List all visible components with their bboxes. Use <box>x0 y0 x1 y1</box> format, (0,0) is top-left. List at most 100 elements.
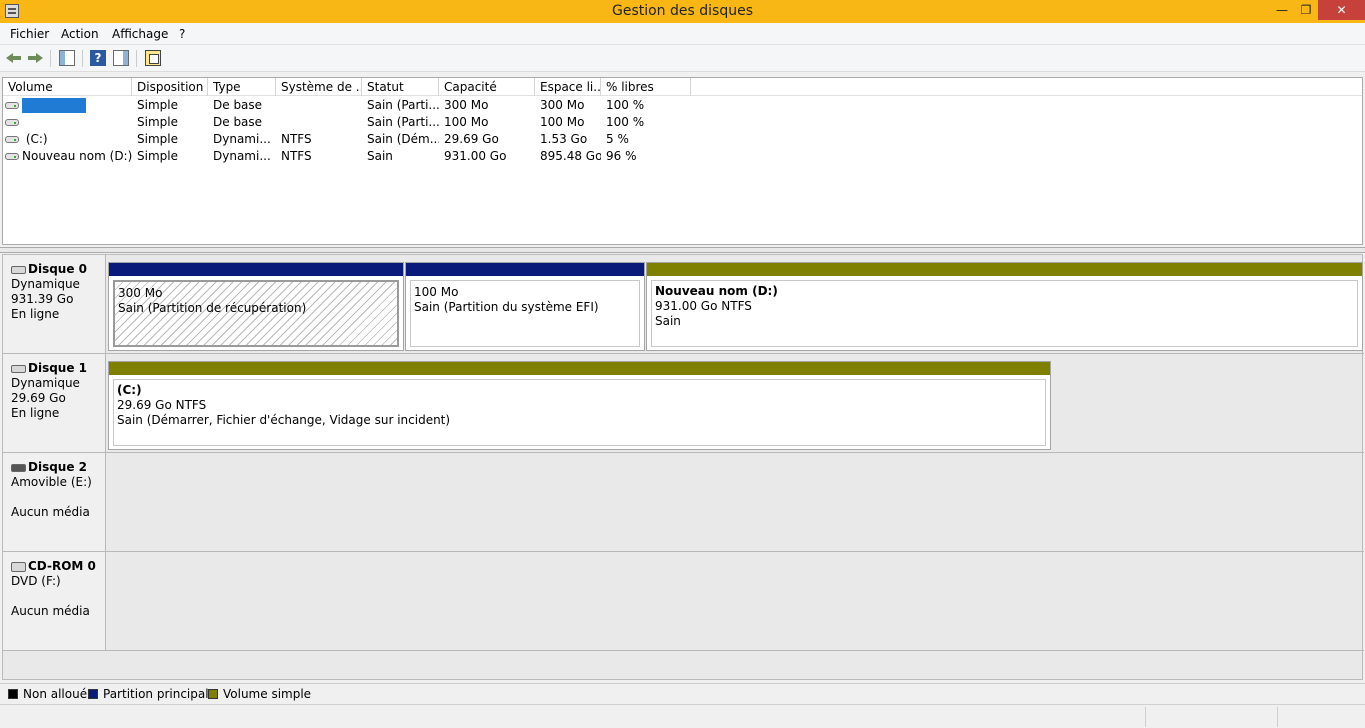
cell-filesystem <box>276 97 362 114</box>
column-header-type[interactable]: Type <box>208 78 276 96</box>
volume-icon <box>5 153 19 160</box>
cell-type: Dynami... <box>213 132 271 146</box>
partition-status: Sain (Partition du système EFI) <box>414 300 599 314</box>
cell-free-space: 100 Mo <box>540 115 585 129</box>
toolbar: ? <box>0 45 1365 72</box>
disk-size: 931.39 Go <box>11 292 74 306</box>
legend-item: Volume simple <box>208 687 311 701</box>
partition-body: 100 Mo Sain (Partition du système EFI) <box>410 280 640 347</box>
forward-arrow-icon[interactable] <box>27 50 43 66</box>
column-header-capacity[interactable]: Capacité <box>439 78 535 96</box>
restore-button[interactable]: ❐ <box>1294 0 1318 20</box>
menu-fichier[interactable]: Fichier <box>10 27 49 41</box>
cell-volume: Nouveau nom (D:) <box>22 149 132 163</box>
cell-disposition: Simple <box>137 149 178 163</box>
table-row[interactable]: Simple De base Sain (Parti... 300 Mo 300… <box>3 97 1362 114</box>
cell-type: De base <box>213 115 263 129</box>
partition-body: 300 Mo Sain (Partition de récupération) <box>113 280 399 347</box>
disk-2-label[interactable]: Disque 2 Amovible (E:) Aucun média <box>3 453 106 552</box>
partition-status: Sain (Démarrer, Fichier d'échange, Vidag… <box>117 413 451 427</box>
cell-type: De base <box>213 98 263 112</box>
hard-disk-icon <box>11 265 26 274</box>
cell-filesystem <box>276 114 362 131</box>
help-icon[interactable]: ? <box>90 50 106 66</box>
disk-name: CD-ROM 0 <box>28 559 96 573</box>
disk-size <box>11 589 105 604</box>
partition-efi[interactable]: 100 Mo Sain (Partition du système EFI) <box>405 262 645 351</box>
disk-name: Disque 2 <box>28 460 88 474</box>
hard-disk-icon <box>11 364 26 373</box>
cdrom-0-label[interactable]: CD-ROM 0 DVD (F:) Aucun média <box>3 552 106 651</box>
show-hide-console-tree-icon[interactable] <box>59 50 75 66</box>
partition-size: 29.69 Go NTFS <box>117 398 207 412</box>
partition-title: (C:) <box>117 383 142 397</box>
partition-body: (C:) 29.69 Go NTFS Sain (Démarrer, Fichi… <box>113 379 1046 446</box>
column-header-volume[interactable]: Volume <box>3 78 132 96</box>
back-arrow-icon[interactable] <box>6 50 22 66</box>
table-row[interactable]: Simple De base Sain (Parti... 100 Mo 100… <box>3 114 1362 131</box>
cell-status: Sain (Parti... <box>367 115 439 129</box>
partition-volume-c[interactable]: (C:) 29.69 Go NTFS Sain (Démarrer, Fichi… <box>108 361 1051 450</box>
close-button[interactable]: ✕ <box>1318 0 1365 20</box>
disk-1-label[interactable]: Disque 1 Dynamique 29.69 Go En ligne <box>3 354 106 453</box>
removable-disk-icon <box>11 463 26 472</box>
cell-percent-free: 96 % <box>606 149 637 163</box>
column-header-free-space[interactable]: Espace li... <box>535 78 601 96</box>
legend-item: Partition principale <box>88 687 216 701</box>
cell-percent-free: 100 % <box>606 115 645 129</box>
table-row[interactable]: Nouveau nom (D:) Simple Dynami... NTFS S… <box>3 148 1362 165</box>
legend-swatch-simple-volume <box>208 689 218 699</box>
volume-icon <box>5 136 19 143</box>
legend-swatch-primary <box>88 689 98 699</box>
minimize-button[interactable]: — <box>1270 0 1294 20</box>
table-row[interactable]: (C:) Simple Dynami... NTFS Sain (Dém... … <box>3 131 1362 148</box>
toolbar-separator <box>50 50 51 67</box>
window-title: Gestion des disques <box>611 3 753 19</box>
volume-simple-bar <box>109 362 1050 375</box>
partition-title: Nouveau nom (D:) <box>655 284 778 298</box>
cdrom-0-partitions <box>106 552 1364 651</box>
partition-size: 100 Mo <box>414 285 459 299</box>
disk-0-partitions: 300 Mo Sain (Partition de récupération) … <box>106 255 1364 354</box>
title-bar: Gestion des disques — ❐ ✕ <box>0 0 1365 23</box>
disk-0-label[interactable]: Disque 0 Dynamique 931.39 Go En ligne <box>3 255 106 354</box>
menu-action[interactable]: Action <box>61 27 99 41</box>
partition-body: Nouveau nom (D:) 931.00 Go NTFS Sain <box>651 280 1358 347</box>
disk-kind: Dynamique <box>11 376 80 390</box>
menu-bar: Fichier Action Affichage ? <box>0 23 1365 45</box>
cd-rom-icon <box>11 561 26 572</box>
selected-volume-name[interactable] <box>22 98 86 113</box>
legend-swatch-unallocated <box>8 689 18 699</box>
cell-type: Dynami... <box>213 149 271 163</box>
legend-item: Non alloué <box>8 687 87 701</box>
cell-volume: (C:) <box>22 132 48 146</box>
cell-capacity: 300 Mo <box>444 98 489 112</box>
disk-name: Disque 1 <box>28 361 88 375</box>
cell-free-space: 300 Mo <box>540 98 585 112</box>
pane-splitter[interactable] <box>0 247 1365 253</box>
disk-size <box>11 490 105 505</box>
menu-help[interactable]: ? <box>179 27 185 41</box>
partition-volume-d[interactable]: Nouveau nom (D:) 931.00 Go NTFS Sain <box>646 262 1363 351</box>
volume-list: Volume Disposition Type Système de ... S… <box>2 77 1363 245</box>
partition-recovery[interactable]: 300 Mo Sain (Partition de récupération) <box>108 262 404 351</box>
column-header-status[interactable]: Statut <box>362 78 439 96</box>
partition-status: Sain <box>655 314 681 328</box>
cell-filesystem: NTFS <box>281 149 312 163</box>
column-header-percent-free[interactable]: % libres <box>601 78 691 96</box>
cell-disposition: Simple <box>137 98 178 112</box>
disk-name: Disque 0 <box>28 262 88 276</box>
column-header-disposition[interactable]: Disposition <box>132 78 208 96</box>
cell-disposition: Simple <box>137 115 178 129</box>
menu-affichage[interactable]: Affichage <box>112 27 168 41</box>
toolbar-separator <box>82 50 83 67</box>
properties-icon[interactable] <box>145 50 161 66</box>
cell-capacity: 29.69 Go <box>444 132 499 146</box>
show-action-pane-icon[interactable] <box>113 50 129 66</box>
cell-filesystem: NTFS <box>281 132 312 146</box>
volume-simple-bar <box>647 263 1362 276</box>
status-bar <box>0 704 1365 728</box>
volume-icon <box>5 102 19 109</box>
cell-free-space: 895.48 Go <box>540 149 601 163</box>
column-header-filesystem[interactable]: Système de ... <box>276 78 362 96</box>
